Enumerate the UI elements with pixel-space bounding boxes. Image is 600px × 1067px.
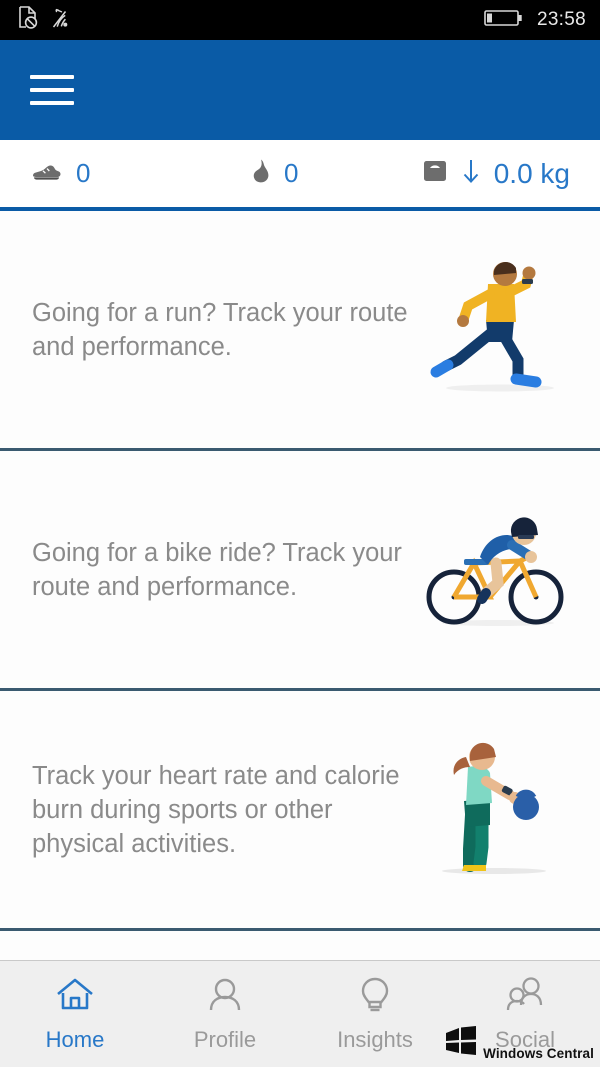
- no-sim-icon: [18, 5, 38, 35]
- cyclist-illustration: [424, 495, 574, 645]
- hamburger-menu-icon[interactable]: [30, 75, 74, 105]
- people-icon: [502, 976, 548, 1019]
- watermark: Windows Central: [444, 1026, 594, 1061]
- arrow-down-icon: [458, 156, 484, 191]
- nav-label-home: Home: [45, 1026, 105, 1052]
- status-bar-right: 23:58: [484, 8, 586, 33]
- steps-value: 0: [76, 158, 91, 188]
- status-bar-clock: 23:58: [536, 9, 586, 30]
- status-bar-left-icons: [18, 5, 73, 35]
- shoe-icon: [30, 159, 62, 188]
- app-bar: [0, 40, 600, 140]
- stat-steps[interactable]: 0: [0, 158, 250, 189]
- card-cycling[interactable]: Going for a bike ride? Track your route …: [0, 451, 600, 691]
- nav-label-insights: Insights: [337, 1026, 413, 1052]
- lightbulb-icon: [354, 976, 396, 1019]
- nav-item-home[interactable]: Home: [0, 976, 150, 1053]
- stat-calories[interactable]: 0: [250, 158, 410, 189]
- card-workout-text: Track your heart rate and calorie burn d…: [32, 761, 400, 858]
- card-cycling-text: Going for a bike ride? Track your route …: [32, 538, 402, 601]
- card-running-text: Going for a run? Track your route and pe…: [32, 298, 408, 361]
- windows-logo: [444, 1026, 478, 1061]
- nav-item-profile[interactable]: Profile: [150, 976, 300, 1053]
- stats-bar: 0 0 0.0 kg: [0, 140, 600, 211]
- home-icon: [54, 976, 96, 1019]
- runner-illustration: [424, 255, 574, 405]
- weight-value: 0.0 kg: [493, 157, 570, 189]
- scale-icon: [422, 158, 448, 189]
- person-icon: [204, 976, 246, 1019]
- card-workout[interactable]: Track your heart rate and calorie burn d…: [0, 691, 600, 931]
- flame-icon: [250, 158, 272, 189]
- status-bar: 23:58: [0, 0, 600, 40]
- calories-value: 0: [284, 158, 299, 188]
- nav-label-profile: Profile: [193, 1026, 257, 1052]
- battery-icon: [484, 8, 524, 33]
- watermark-text: Windows Central: [483, 1046, 594, 1061]
- stat-weight[interactable]: 0.0 kg: [410, 156, 600, 191]
- wifi-icon: [49, 6, 73, 35]
- nav-item-insights[interactable]: Insights: [300, 976, 450, 1053]
- card-list: Going for a run? Track your route and pe…: [0, 211, 600, 1011]
- kettlebell-illustration: [424, 735, 574, 885]
- card-running[interactable]: Going for a run? Track your route and pe…: [0, 211, 600, 451]
